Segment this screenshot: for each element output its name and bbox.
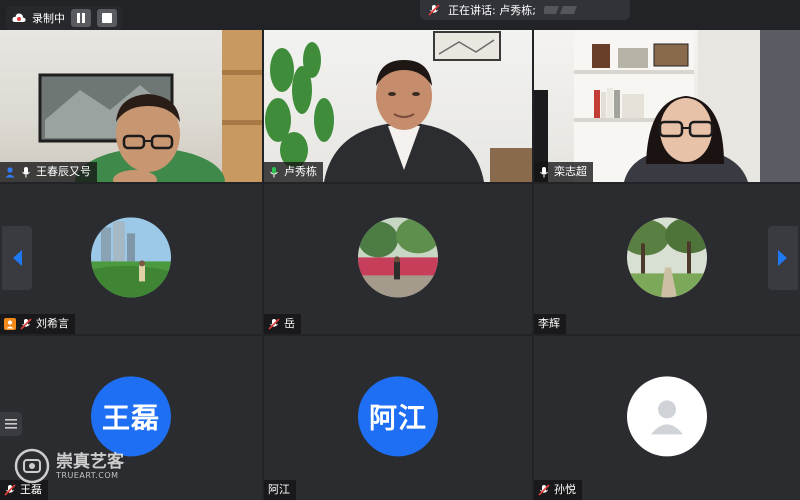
participant-name-tag: 岳: [264, 314, 301, 334]
view-toggle-icon[interactable]: [543, 3, 584, 17]
participant-name: 王春辰又号: [36, 165, 91, 178]
video-scene-office: [265, 31, 532, 182]
participant-tile-1[interactable]: 王春辰又号: [0, 30, 262, 182]
participant-tile-6[interactable]: 李辉: [534, 184, 800, 334]
avatar: [627, 217, 707, 298]
cloud-record-icon: [12, 13, 26, 22]
participant-name: 栾志超: [554, 165, 587, 178]
participant-name: 岳: [284, 317, 295, 330]
host-icon: [4, 318, 16, 330]
participant-tile-3[interactable]: 栾志超: [534, 30, 800, 182]
microphone-icon: [540, 167, 548, 178]
microphone-muted-icon: [538, 484, 550, 496]
video-scene-bookshelf: [534, 30, 800, 182]
avatar: [91, 217, 171, 298]
video-feed: [264, 30, 532, 182]
chevron-left-icon: [13, 250, 22, 266]
video-feed: [534, 30, 800, 182]
participant-tile-8[interactable]: 阿江 阿江: [264, 336, 532, 500]
pause-recording-button[interactable]: [71, 9, 91, 27]
participant-name-tag: 王春辰又号: [0, 162, 97, 182]
recording-label: 录制中: [32, 12, 65, 25]
active-speaker-bar: 正在讲话: 卢秀栋;: [420, 0, 630, 20]
participant-tile-5[interactable]: 岳: [264, 184, 532, 334]
list-icon: [5, 419, 17, 429]
avatar-default: [627, 376, 707, 457]
participant-name: 阿江: [268, 483, 290, 496]
participant-tile-4[interactable]: 刘希言: [0, 184, 262, 334]
next-page-button[interactable]: [768, 226, 798, 290]
avatar: [358, 217, 438, 298]
participant-name: 卢秀栋: [284, 165, 317, 178]
participant-name-tag: 刘希言: [0, 314, 75, 334]
speaking-name: 卢秀栋;: [499, 4, 536, 17]
participant-name: 李辉: [538, 317, 560, 330]
participant-name-tag: 李辉: [534, 314, 566, 334]
chevron-right-icon: [778, 250, 787, 266]
watermark-logo-icon: [14, 448, 50, 484]
avatar-initials: 王磊: [91, 376, 171, 457]
microphone-muted-icon: [20, 318, 32, 330]
participant-list-toggle[interactable]: [0, 412, 22, 436]
recording-status-bar: 录制中: [6, 6, 123, 30]
video-scene-study: [38, 30, 262, 182]
avatar-photo-garden: [358, 217, 438, 298]
stop-recording-button[interactable]: [97, 9, 117, 27]
microphone-active-icon: [270, 167, 278, 178]
person-placeholder-icon: [651, 400, 683, 435]
microphone-muted-icon: [268, 318, 280, 330]
video-feed: [0, 30, 262, 182]
pause-icon: [77, 13, 85, 23]
stop-icon: [102, 13, 112, 23]
microphone-icon: [22, 167, 30, 178]
participant-name-tag: 孙悦: [534, 480, 582, 500]
avatar-initials: 阿江: [358, 376, 438, 457]
microphone-muted-icon: [4, 484, 16, 496]
participant-name-tag: 卢秀栋: [264, 162, 323, 182]
participant-name-tag: 阿江: [264, 480, 296, 500]
watermark-title: 崇真艺客: [56, 451, 124, 472]
avatar-photo-park: [627, 217, 707, 298]
watermark: 崇真艺客 TRUEART.COM: [14, 448, 124, 484]
participant-tile-9[interactable]: 孙悦: [534, 336, 800, 500]
previous-page-button[interactable]: [2, 226, 32, 290]
video-grid: 王春辰又号 卢秀栋 栾志超 刘希言 岳 李辉 王磊 王磊 阿江 阿江 孙悦: [0, 0, 800, 500]
microphone-muted-icon: [428, 4, 440, 16]
watermark-subtitle: TRUEART.COM: [56, 470, 119, 480]
participant-name: 刘希言: [36, 317, 69, 330]
participant-tile-2[interactable]: 卢秀栋: [264, 30, 532, 182]
person-icon: [5, 167, 15, 178]
participant-name: 孙悦: [554, 483, 576, 496]
speaking-label: 正在讲话: 卢秀栋;: [448, 4, 536, 17]
participant-name-tag: 栾志超: [534, 162, 593, 182]
avatar-photo-city: [91, 217, 171, 298]
